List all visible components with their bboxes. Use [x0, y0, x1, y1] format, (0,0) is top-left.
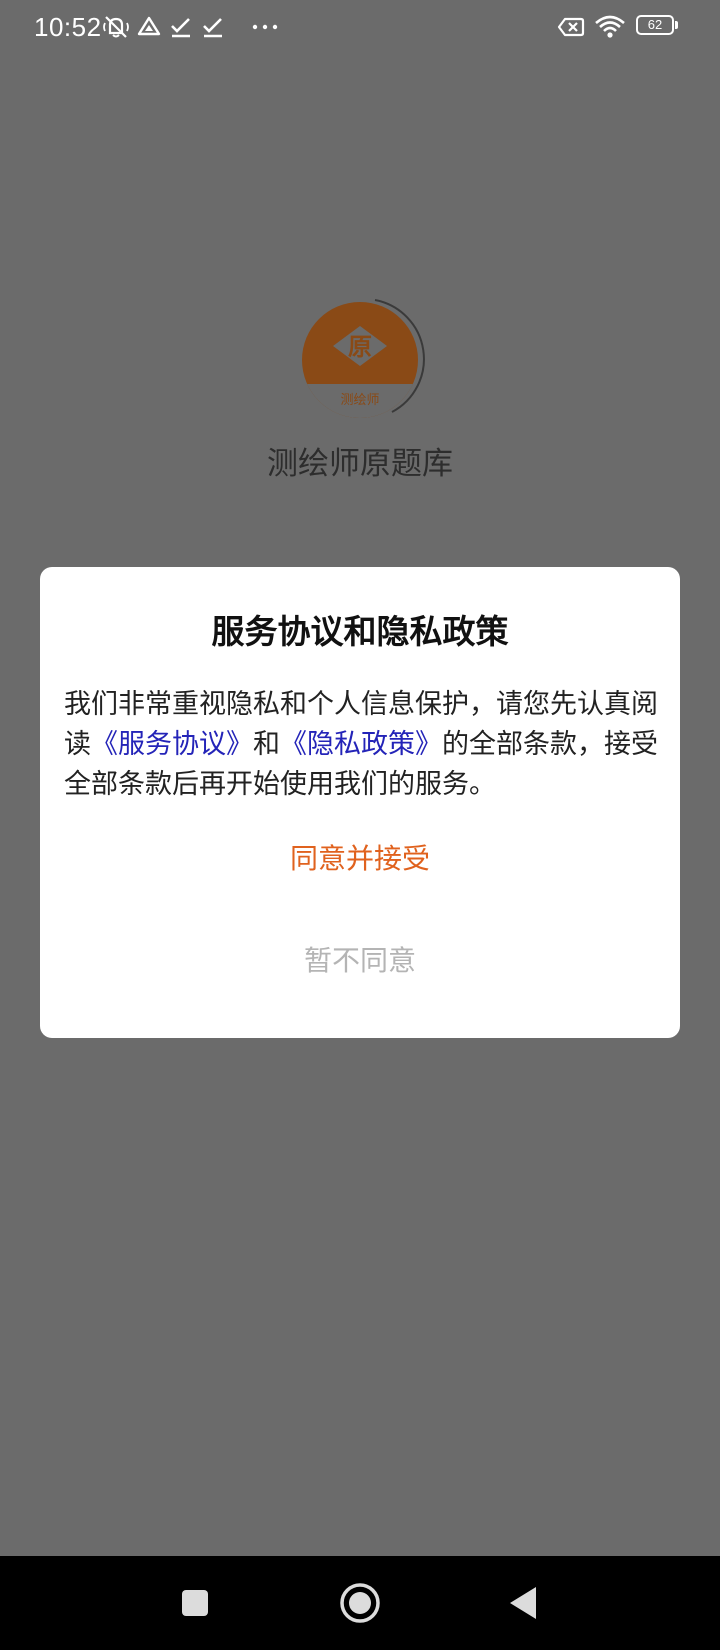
drive-icon — [135, 14, 163, 40]
navigation-bar — [0, 1556, 720, 1650]
privacy-dialog: 服务协议和隐私政策 我们非常重视隐私和个人信息保护，请您先认真阅读《服务协议》和… — [40, 567, 680, 1038]
recents-square-icon[interactable] — [170, 1578, 220, 1628]
decline-button[interactable]: 暂不同意 — [210, 931, 510, 991]
privacy-policy-link[interactable]: 《隐私政策》 — [280, 729, 442, 760]
app-name: 测绘师原题库 — [267, 446, 453, 482]
back-triangle-icon[interactable] — [500, 1578, 550, 1628]
mute-icon — [102, 14, 130, 40]
logo-main-char: 原 — [348, 333, 372, 361]
dialog-body-text: 和 — [253, 729, 280, 760]
more-dots-icon — [251, 14, 279, 40]
agree-button[interactable]: 同意并接受 — [210, 829, 510, 889]
sim-error-icon — [557, 14, 585, 40]
app-logo: 原 测绘师 — [300, 296, 426, 426]
status-time: 10:52 — [34, 12, 102, 42]
battery-level: 62 — [647, 17, 663, 32]
service-agreement-link[interactable]: 《服务协议》 — [91, 729, 253, 760]
wifi-icon — [594, 14, 626, 40]
status-bar: 10:52 62 — [0, 0, 720, 56]
dialog-body: 我们非常重视隐私和个人信息保护，请您先认真阅读《服务协议》和《隐私政策》的全部条… — [64, 685, 664, 805]
logo-sub-text: 测绘师 — [340, 393, 379, 408]
dialog-title: 服务协议和隐私政策 — [211, 612, 509, 651]
check-icon — [167, 14, 195, 40]
home-circle-icon[interactable] — [335, 1578, 385, 1628]
check-icon — [199, 14, 227, 40]
battery-icon: 62 — [636, 15, 678, 37]
